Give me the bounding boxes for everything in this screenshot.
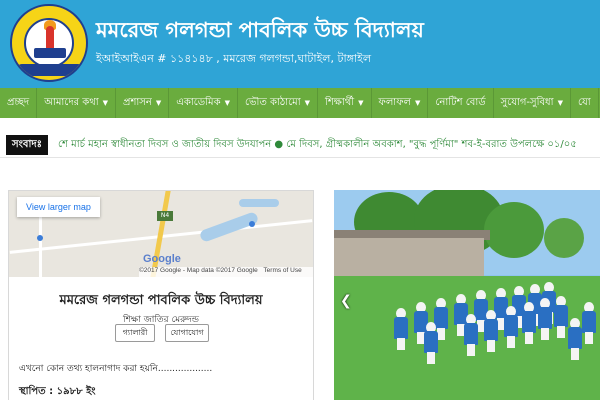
photo-slider[interactable]: ❮ [334,190,600,400]
nav-item-label: আমাদের কথা [44,97,99,108]
nav-item-label: সুযোগ-সুবিধা [500,97,554,108]
nav-item[interactable]: ফলাফল ▼ [372,88,429,118]
info-note: এখনো কোন তথ্য হালনাগাদ করা হয়নি........… [19,364,213,374]
logo-book [34,48,66,58]
nav-item[interactable]: একাডেমিক ▼ [169,88,238,118]
chevron-down-icon: ▼ [224,99,230,107]
school-info-card: N4 View larger map Google ©2017 Google -… [8,190,314,400]
logo-ribbon [16,64,84,76]
established-year: স্থাপিত : ১৯৮৮ ইং [19,386,96,397]
nav-item[interactable]: শিক্ষার্থী ▼ [318,88,372,118]
nav-item[interactable]: প্রচ্ছদ [0,88,38,118]
news-scroll-text[interactable]: শে মার্চ মহান স্বাধীনতা দিবস ও জাতীয় দি… [58,136,577,154]
nav-item-label: একাডেমিক [176,97,221,108]
school-name: মমরেজ গলগন্ডা পাবলিক উচ্চ বিদ্যালয় [59,293,263,308]
site-header: মমরেজ গলগন্ডা পাবলিক উচ্চ বিদ্যালয় ইআইআ… [0,0,600,88]
nav-item-label: নোটিশ বোর্ড [435,97,486,108]
chevron-down-icon: ▼ [557,99,563,107]
page-title[interactable]: মমরেজ গলগন্ডা পাবলিক উচ্চ বিদ্যালয় [96,14,424,49]
nav-item-label: শিক্ষার্থী [325,97,355,108]
nav-item-label: যো [577,97,591,108]
news-ticker: সংবাদঃ শে মার্চ মহান স্বাধীনতা দিবস ও জা… [0,132,600,158]
chevron-down-icon: ▼ [304,99,311,107]
map-copyright: ©2017 Google - Map data ©2017 Google [139,267,258,274]
map-marker [249,221,255,227]
nav-item-label: ফলাফল [378,97,411,108]
chevron-down-icon: ▼ [414,99,421,107]
chevron-down-icon: ▼ [155,99,162,107]
nav-item-label: ভৌত কাঠামো [244,97,301,108]
news-label: সংবাদঃ [6,135,48,155]
chevron-down-icon: ▼ [102,99,109,107]
view-larger-map-link[interactable]: View larger map [17,197,100,217]
nav-item[interactable]: প্রশাসন ▼ [116,88,170,118]
chevron-down-icon: ▼ [358,99,364,107]
nav-item[interactable]: আমাদের কথা ▼ [37,88,117,118]
google-logo: Google [143,253,181,265]
google-map[interactable]: N4 View larger map Google ©2017 Google -… [9,191,313,277]
photo-tree [544,218,584,258]
photo-school-building [334,238,484,280]
contact-button[interactable]: যোগাযোগ [165,324,209,342]
map-river [239,199,279,207]
nav-item[interactable]: সুযোগ-সুবিধা ▼ [494,88,571,118]
nav-item-label: প্রশাসন [123,97,152,108]
map-marker [37,235,43,241]
nav-item[interactable]: ভৌত কাঠামো ▼ [238,88,319,118]
photo-tree [484,202,544,258]
map-credit: ©2017 Google - Map data ©2017 Google Ter… [139,267,313,277]
gallery-button[interactable]: গ্যালারী [115,324,155,342]
slider-prev-arrow[interactable]: ❮ [340,292,352,310]
highway-shield: N4 [157,211,173,221]
school-logo[interactable] [10,4,88,82]
main-nav: প্রচ্ছদ আমাদের কথা ▼ প্রশাসন ▼ একাডেমিক ▼ ভৌত ক… [0,88,600,118]
school-eiin-address: ইআইআইএন # ১১৪১৪৮ , মমরেজ গলগন্ডা,ঘাটাইল,… [96,52,372,65]
nav-item-label: প্রচ্ছদ [7,97,30,108]
map-terms-link[interactable]: Terms of Use [263,267,301,274]
nav-item[interactable]: যো [571,88,599,118]
school-motto: শিক্ষা জাতির মেরুদন্ড [123,315,199,325]
nav-item[interactable]: নোটিশ বোর্ড [428,88,494,118]
